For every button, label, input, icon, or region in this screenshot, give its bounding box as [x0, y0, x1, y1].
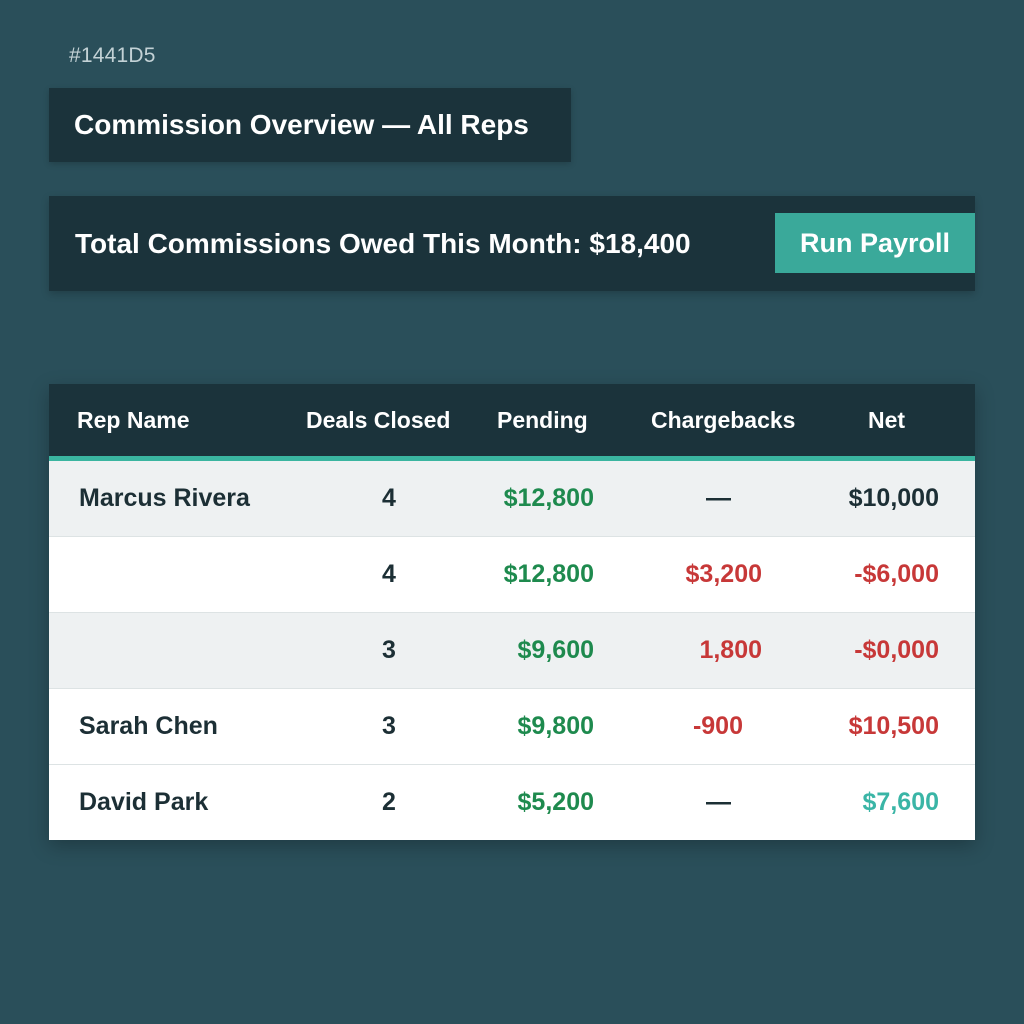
hex-color-label: #1441D5: [69, 44, 156, 67]
cell-chargebacks: 1,800: [699, 636, 762, 664]
run-payroll-button[interactable]: Run Payroll: [775, 213, 975, 273]
cell-net: -$6,000: [854, 560, 939, 588]
cell-deals-closed: 4: [382, 560, 396, 588]
header-deals-closed[interactable]: Deals Closed: [306, 384, 450, 456]
page-title: Commission Overview — All Reps: [74, 109, 529, 140]
header-chargebacks[interactable]: Chargebacks: [651, 384, 795, 456]
cell-rep-name: Marcus Rivera: [79, 484, 250, 512]
cell-chargebacks: —: [706, 788, 731, 816]
header-rep-name[interactable]: Rep Name: [77, 384, 189, 456]
table-row[interactable]: David Park 2 $5,200 — $7,600: [49, 765, 975, 840]
table-row[interactable]: 4 $12,800 $3,200 -$6,000: [49, 537, 975, 613]
summary-bar: Total Commissions Owed This Month: $18,4…: [49, 196, 975, 291]
cell-pending: $12,800: [503, 560, 594, 588]
cell-pending: $9,600: [517, 636, 594, 664]
cell-chargebacks: —: [706, 484, 731, 512]
cell-deals-closed: 3: [382, 636, 396, 664]
cell-pending: $5,200: [517, 788, 594, 816]
cell-rep-name: David Park: [79, 788, 209, 816]
cell-pending: $12,800: [503, 484, 594, 512]
page-title-bar: Commission Overview — All Reps: [49, 88, 571, 162]
header-pending[interactable]: Pending: [497, 384, 588, 456]
cell-chargebacks: -900: [692, 712, 743, 740]
table-header: Rep Name Deals Closed Pending Chargeback…: [49, 384, 975, 461]
cell-deals-closed: 3: [382, 712, 396, 740]
table-row[interactable]: Marcus Rivera 4 $12,800 — $10,000: [49, 461, 975, 537]
cell-rep-name: Sarah Chen: [79, 712, 218, 740]
cell-deals-closed: 2: [382, 788, 396, 816]
cell-net: -$0,000: [854, 636, 939, 664]
cell-net: $10,500: [848, 712, 939, 740]
table-row[interactable]: 3 $9,600 1,800 -$0,000: [49, 613, 975, 689]
total-commissions-summary: Total Commissions Owed This Month: $18,4…: [75, 227, 691, 259]
table-row[interactable]: Sarah Chen 3 $9,800 -900 $10,500: [49, 689, 975, 765]
commission-table: Rep Name Deals Closed Pending Chargeback…: [49, 384, 975, 840]
cell-chargebacks: $3,200: [685, 560, 762, 588]
header-net[interactable]: Net: [868, 384, 905, 456]
cell-net: $10,000: [848, 484, 939, 512]
cell-pending: $9,800: [517, 712, 594, 740]
cell-deals-closed: 4: [382, 484, 396, 512]
cell-net: $7,600: [862, 788, 939, 816]
